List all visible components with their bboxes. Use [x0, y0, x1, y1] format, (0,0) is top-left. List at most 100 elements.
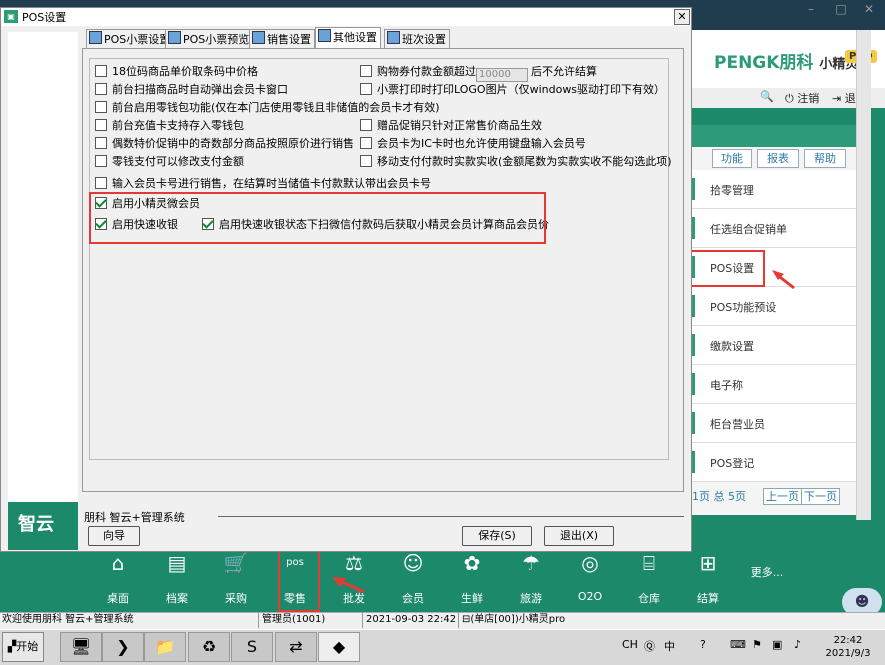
taskbar-refresh-app-icon[interactable]: ♻	[188, 632, 230, 662]
option-change-wallet[interactable]: 前台启用零钱包功能(仅在本门店使用零钱且非储值的会员卡才有效)	[95, 101, 440, 115]
dialog-close-button[interactable]: ✕	[674, 9, 690, 25]
shift-icon	[387, 31, 400, 44]
minimize-icon[interactable]: –	[800, 0, 822, 18]
nav-archive[interactable]: ▤ 档案	[154, 550, 200, 606]
close-icon[interactable]: ✕	[858, 0, 880, 18]
tab-shift-settings[interactable]: 班次设置	[384, 29, 450, 48]
menu-item-lingling[interactable]: 拾零管理	[692, 170, 856, 209]
taskbar-teamviewer-icon[interactable]: ⇄	[275, 632, 317, 662]
menu-item-scale[interactable]: 电子称	[692, 365, 856, 404]
network-icon[interactable]: ▣	[772, 638, 782, 651]
tab-pos-receipt-preview[interactable]: POS小票预览	[165, 29, 254, 48]
nav-member[interactable]: ☺ 会员	[390, 550, 436, 606]
option-change-payment-edit[interactable]: 零钱支付可以修改支付金额	[95, 155, 244, 169]
checkbox[interactable]	[95, 137, 107, 149]
tab-report[interactable]: 报表	[757, 149, 799, 168]
option-mobile-pay-exact[interactable]: 移动支付付款时实款实收(金额尾数为实款实收不能勾选此项)	[360, 155, 672, 169]
flag-icon[interactable]: ⚑	[752, 638, 762, 651]
tab-function[interactable]: 功能	[712, 149, 752, 168]
status-user: 管理员(1001)	[260, 612, 363, 628]
input-method-icon[interactable]: Ⓠ	[644, 638, 655, 654]
checkbox[interactable]	[360, 155, 372, 167]
help-icon[interactable]: ?	[700, 638, 706, 651]
tab-other-settings[interactable]: 其他设置	[315, 27, 381, 49]
option-recharge-card-wallet[interactable]: 前台充值卡支持存入零钱包	[95, 119, 244, 133]
other-settings-icon	[318, 29, 331, 42]
dialog-title: POS设置	[22, 11, 67, 24]
nav-travel[interactable]: ☂ 旅游	[508, 550, 554, 606]
save-button[interactable]: 保存(S)	[462, 526, 532, 546]
option-coupon-limit[interactable]: 购物券付款金额超过 10000 后不允许结算	[360, 65, 597, 82]
coupon-limit-input[interactable]: 10000	[476, 68, 528, 82]
arrow-to-retail	[332, 577, 365, 594]
option-18-digit-barcode[interactable]: 18位码商品单价取条码中价格	[95, 65, 258, 79]
nav-settlement[interactable]: ⊞ 结算	[685, 550, 731, 606]
taskbar-pengk-app-icon[interactable]: ◆	[318, 632, 360, 662]
restore-icon[interactable]: □	[830, 0, 852, 18]
dialog-app-icon: ▣	[4, 10, 18, 23]
checkbox[interactable]	[95, 83, 107, 95]
checkbox[interactable]	[95, 177, 107, 189]
checkbox[interactable]	[360, 119, 372, 131]
footer-divider	[218, 516, 684, 517]
search-icon[interactable]: 🔍	[760, 90, 774, 103]
logout-link[interactable]: ⏻ 注销	[785, 90, 819, 106]
menu-item-pos-preset[interactable]: POS功能预设	[692, 287, 856, 326]
checkbox[interactable]	[360, 83, 372, 95]
tab-sales-settings[interactable]: 销售设置	[249, 29, 315, 48]
checkbox[interactable]	[95, 65, 107, 77]
taskbar-server-manager-icon[interactable]: 🖥	[60, 632, 102, 662]
panel-header	[692, 125, 856, 147]
guide-button[interactable]: 向导	[88, 526, 140, 546]
volume-icon[interactable]: ♪	[794, 638, 801, 651]
menu-item-combo-promo[interactable]: 任选组合促销单	[692, 209, 856, 248]
prev-page-button[interactable]: 上一页	[763, 488, 802, 505]
checkbox[interactable]	[360, 137, 372, 149]
option-auto-member-popup[interactable]: 前台扫描商品时自动弹出会员卡窗口	[95, 83, 288, 97]
taskbar-clock[interactable]: 22:42 2021/9/3	[818, 634, 878, 660]
taskbar-folder-icon[interactable]: 📁	[144, 632, 186, 662]
nav-purchase[interactable]: 🛒 采购	[213, 550, 259, 606]
home-icon: ⌂	[111, 551, 125, 575]
checkbox[interactable]	[360, 65, 372, 77]
scrollbar[interactable]	[856, 30, 871, 520]
nav-more[interactable]: 更多...	[744, 550, 790, 580]
option-member-card-stored-value[interactable]: 输入会员卡号进行销售，在结算时当储值卡付款默认带出会员卡号	[95, 177, 431, 191]
brand-logo: PENGK朋科 小精灵	[714, 53, 859, 73]
nav-desktop[interactable]: ⌂ 桌面	[95, 550, 141, 606]
option-print-logo[interactable]: 小票打印时打印LOGO图片（仅windows驱动打印下有效）	[360, 83, 665, 97]
exit-button[interactable]: 退出(X)	[544, 526, 614, 546]
keyboard-icon[interactable]: ⌨	[730, 638, 746, 651]
status-welcome: 欢迎使用朋科 智云+管理系统	[0, 612, 259, 628]
scale-icon: ⚖	[345, 551, 363, 575]
ime-mode-icon[interactable]: 中	[664, 638, 675, 654]
highlight-box-retail	[278, 544, 320, 612]
next-page-button[interactable]: 下一页	[801, 488, 840, 505]
dialog-title-bar[interactable]	[1, 8, 691, 26]
taskbar-powershell-icon[interactable]: ❯	[102, 632, 144, 662]
nav-warehouse[interactable]: ⌸ 仓库	[626, 550, 672, 606]
pager-text: 1页 总 5页	[692, 490, 746, 503]
tab-pos-receipt-settings[interactable]: POS小票设置	[86, 29, 175, 48]
menu-item-pos-register[interactable]: POS登记	[692, 443, 856, 482]
checkbox[interactable]	[95, 155, 107, 167]
language-indicator[interactable]: CH	[622, 638, 638, 651]
nav-fresh[interactable]: ✿ 生鲜	[449, 550, 495, 606]
checkbox[interactable]	[95, 119, 107, 131]
zhiyun-logo: 智云	[18, 514, 54, 535]
option-even-special-price[interactable]: 偶数特价促销中的奇数部分商品按照原价进行销售	[95, 137, 354, 151]
start-button[interactable]: ▞开始	[2, 632, 44, 662]
archive-icon: ▤	[167, 551, 187, 575]
tab-help[interactable]: 帮助	[804, 149, 846, 168]
nav-o2o[interactable]: ◎ O2O	[567, 550, 613, 603]
menu-item-counter-staff[interactable]: 柜台营业员	[692, 404, 856, 443]
option-gift-promo-normal-price[interactable]: 赠品促销只针对正常售价商品生效	[360, 119, 542, 133]
status-store: ⊟(单店[00])小精灵pro	[462, 614, 566, 625]
menu-item-payment-settings[interactable]: 缴款设置	[692, 326, 856, 365]
member-icon: ☺	[402, 551, 424, 575]
option-ic-card-keyboard[interactable]: 会员卡为IC卡时也允许使用键盘输入会员号	[360, 137, 586, 151]
taskbar-sogou-icon[interactable]: S	[231, 632, 273, 662]
checkbox[interactable]	[95, 101, 107, 113]
settlement-icon: ⊞	[699, 551, 717, 575]
highlight-box-pos-settings	[681, 250, 765, 287]
